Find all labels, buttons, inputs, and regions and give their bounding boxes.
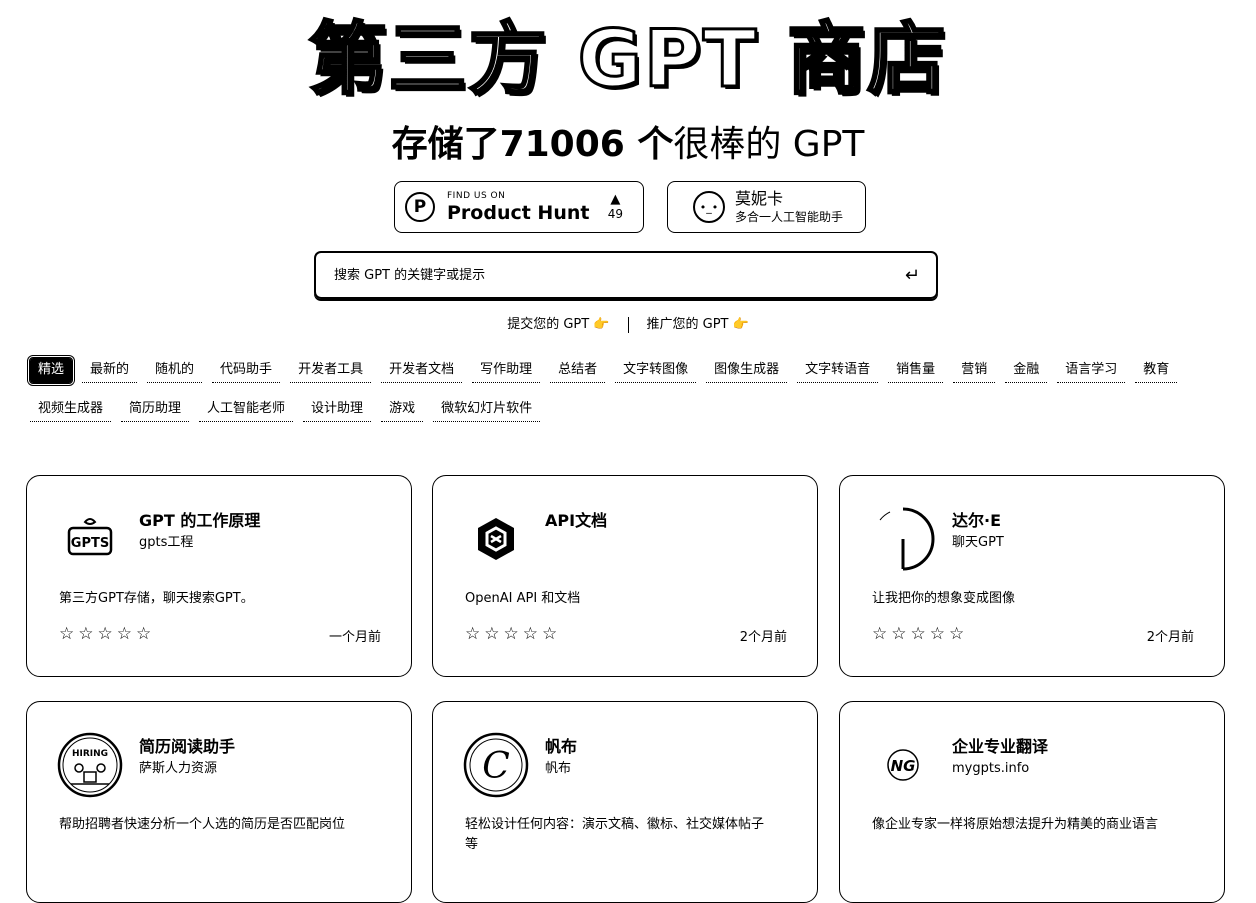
card-author: gpts工程 — [139, 535, 194, 550]
category-tab[interactable]: 游戏 — [381, 397, 424, 422]
page-subtitle: 存储了71006 个很棒的 GPT — [0, 122, 1256, 168]
category-tab[interactable]: 随机的 — [147, 358, 203, 383]
card-author: 帆布 — [545, 761, 572, 776]
hiring-icon: HIRING — [57, 732, 123, 798]
card-description: 像企业专家一样将原始想法提升为精美的商业语言 — [872, 817, 1159, 832]
canva-icon-text: C — [482, 746, 510, 787]
upvote-icon: ▲ — [610, 192, 621, 207]
gpt-card[interactable]: GPTS GPT 的工作原理 gpts工程 第三方GPT存储，聊天搜索GPT。 … — [26, 475, 412, 677]
producthunt-badge[interactable]: P FIND US ON Product Hunt ▲ 49 — [394, 181, 644, 233]
category-tab[interactable]: 写作助理 — [472, 358, 541, 383]
card-description: 轻松设计任何内容：演示文稿、徽标、社交媒体帖子等 — [465, 817, 765, 852]
category-tab[interactable]: 图像生成器 — [706, 358, 788, 383]
card-timestamp: 2个月前 — [739, 630, 787, 645]
category-tab[interactable]: 精选 — [28, 357, 74, 384]
star-rating[interactable]: ☆☆☆☆☆ — [465, 624, 561, 644]
translate-icon-text: NG — [891, 757, 916, 775]
category-tabs: 精选 最新的 随机的 代码助手 开发者工具 开发者文档 写作助理 总结者 文字转… — [28, 357, 1200, 422]
monica-text: 莫妮卡 多合一人工智能助手 — [735, 189, 843, 225]
card-description: 帮助招聘者快速分析一个人选的简历是否匹配岗位 — [59, 817, 346, 832]
producthunt-small-label: FIND US ON — [447, 190, 506, 201]
card-title: API文档 — [545, 511, 608, 530]
card-title: 达尔·E — [952, 511, 1002, 530]
category-tab[interactable]: 代码助手 — [212, 358, 281, 383]
category-tab[interactable]: 微软幻灯片软件 — [433, 397, 541, 422]
monica-icon: •_• — [693, 191, 725, 223]
monica-name: 莫妮卡 — [735, 189, 784, 208]
category-tab[interactable]: 语言学习 — [1057, 358, 1126, 383]
link-divider — [627, 317, 629, 333]
category-tab[interactable]: 最新的 — [82, 358, 138, 383]
card-author: 萨斯人力资源 — [139, 761, 218, 776]
category-tab[interactable]: 销售量 — [888, 358, 944, 383]
promote-gpt-link[interactable]: 推广您的 GPT 👉 — [647, 315, 749, 335]
category-tab[interactable]: 视频生成器 — [30, 397, 112, 422]
category-tab[interactable]: 总结者 — [550, 358, 606, 383]
producthunt-label: Product Hunt — [447, 201, 590, 224]
star-rating[interactable]: ☆☆☆☆☆ — [59, 624, 155, 644]
submit-gpt-link[interactable]: 提交您的 GPT 👉 — [507, 315, 609, 335]
category-tab[interactable]: 文字转图像 — [615, 358, 697, 383]
hiring-icon-text: HIRING — [72, 749, 108, 759]
vote-count: 49 — [607, 207, 623, 221]
category-tab[interactable]: 简历助理 — [121, 397, 190, 422]
category-tab[interactable]: 教育 — [1135, 358, 1178, 383]
search-box: ↵ — [314, 251, 938, 299]
gpt-card[interactable]: NG 企业专业翻译 mygpts.info 像企业专家一样将原始想法提升为精美的… — [839, 701, 1225, 903]
card-timestamp: 2个月前 — [1146, 630, 1194, 645]
gpts-icon: GPTS — [57, 506, 123, 572]
gpt-card[interactable]: HIRING 简历阅读助手 萨斯人力资源 帮助招聘者快速分析一个人选的简历是否匹… — [26, 701, 412, 903]
card-description: 让我把你的想象变成图像 — [872, 591, 1016, 606]
dalle-icon — [870, 506, 936, 572]
producthunt-votes: ▲ 49 — [607, 192, 623, 222]
card-description: OpenAI API 和文档 — [465, 591, 581, 606]
monica-badge[interactable]: •_• 莫妮卡 多合一人工智能助手 — [667, 181, 866, 233]
openai-icon — [463, 506, 529, 572]
page-title: 第三方 GPT 商店 — [307, 14, 948, 107]
translate-icon: NG — [870, 732, 936, 798]
monica-desc: 多合一人工智能助手 — [735, 210, 844, 224]
category-tab[interactable]: 文字转语音 — [797, 358, 879, 383]
category-tab[interactable]: 开发者文档 — [381, 358, 463, 383]
card-timestamp: 一个月前 — [328, 630, 381, 645]
producthunt-icon: P — [405, 192, 435, 222]
action-links: 提交您的 GPT 👉 推广您的 GPT 👉 — [0, 315, 1256, 335]
card-title: 企业专业翻译 — [952, 737, 1049, 756]
gpt-card[interactable]: 达尔·E 聊天GPT 让我把你的想象变成图像 ☆☆☆☆☆ 2个月前 — [839, 475, 1225, 677]
category-tab[interactable]: 设计助理 — [303, 397, 372, 422]
star-rating[interactable]: ☆☆☆☆☆ — [872, 624, 968, 644]
subtitle-tail: 很棒的 GPT — [673, 124, 865, 165]
card-author: mygpts.info — [952, 761, 1030, 776]
gpt-card[interactable]: API文档 OpenAI API 和文档 ☆☆☆☆☆ 2个月前 — [432, 475, 818, 677]
subtitle-count: 存储了71006 个 — [391, 124, 674, 165]
gpt-card[interactable]: C 帆布 帆布 轻松设计任何内容：演示文稿、徽标、社交媒体帖子等 — [432, 701, 818, 903]
category-tab[interactable]: 人工智能老师 — [199, 397, 294, 422]
card-description: 第三方GPT存储，聊天搜索GPT。 — [59, 591, 254, 606]
gpts-icon-text: GPTS — [71, 536, 109, 551]
category-tab[interactable]: 金融 — [1005, 358, 1048, 383]
card-title: 帆布 — [545, 737, 578, 756]
canva-icon: C — [463, 732, 529, 798]
enter-icon[interactable]: ↵ — [905, 265, 920, 286]
card-title: GPT 的工作原理 — [139, 511, 261, 530]
search-input[interactable] — [332, 266, 905, 284]
category-tab[interactable]: 营销 — [953, 358, 996, 383]
card-author: 聊天GPT — [952, 535, 1004, 550]
card-title: 简历阅读助手 — [139, 737, 236, 756]
producthunt-text: FIND US ON Product Hunt — [447, 191, 589, 224]
category-tab[interactable]: 开发者工具 — [290, 358, 372, 383]
